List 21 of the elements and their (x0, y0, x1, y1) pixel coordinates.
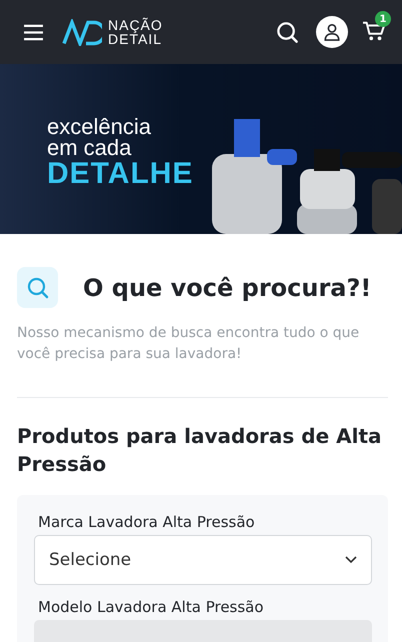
search-icon[interactable] (276, 20, 299, 44)
banner-text: em cada (47, 137, 132, 158)
field-label: Marca Lavadora Alta Pressão (38, 513, 256, 531)
logo-text[interactable]: NAÇÃO (108, 18, 163, 32)
section-title: O que você procura?! (83, 274, 372, 302)
search-icon (17, 267, 58, 308)
caret-icon (345, 556, 357, 564)
user-icon (323, 23, 341, 41)
select-field[interactable]: Selecione (34, 535, 372, 585)
banner-text: excelência (47, 116, 152, 137)
section-heading: Produtos para lavadoras de Alta Pressão (17, 423, 383, 478)
menu-icon[interactable] (23, 24, 44, 40)
cart-count-badge: 1 (375, 11, 391, 27)
description-text: Nosso mecanismo de busca encontra tudo o que você precisa para sua lavadora! (17, 324, 360, 364)
logo-icon[interactable] (62, 18, 102, 46)
banner-headline: DETALHE (47, 158, 194, 190)
field-label: Modelo Lavadora Alta Pressão (38, 598, 265, 616)
promo-banner[interactable]: excelência em cada DETALHE (0, 64, 402, 234)
logo-text[interactable]: DETAIL (108, 32, 163, 46)
cart-icon[interactable] (362, 20, 386, 42)
account-button[interactable] (316, 16, 348, 48)
